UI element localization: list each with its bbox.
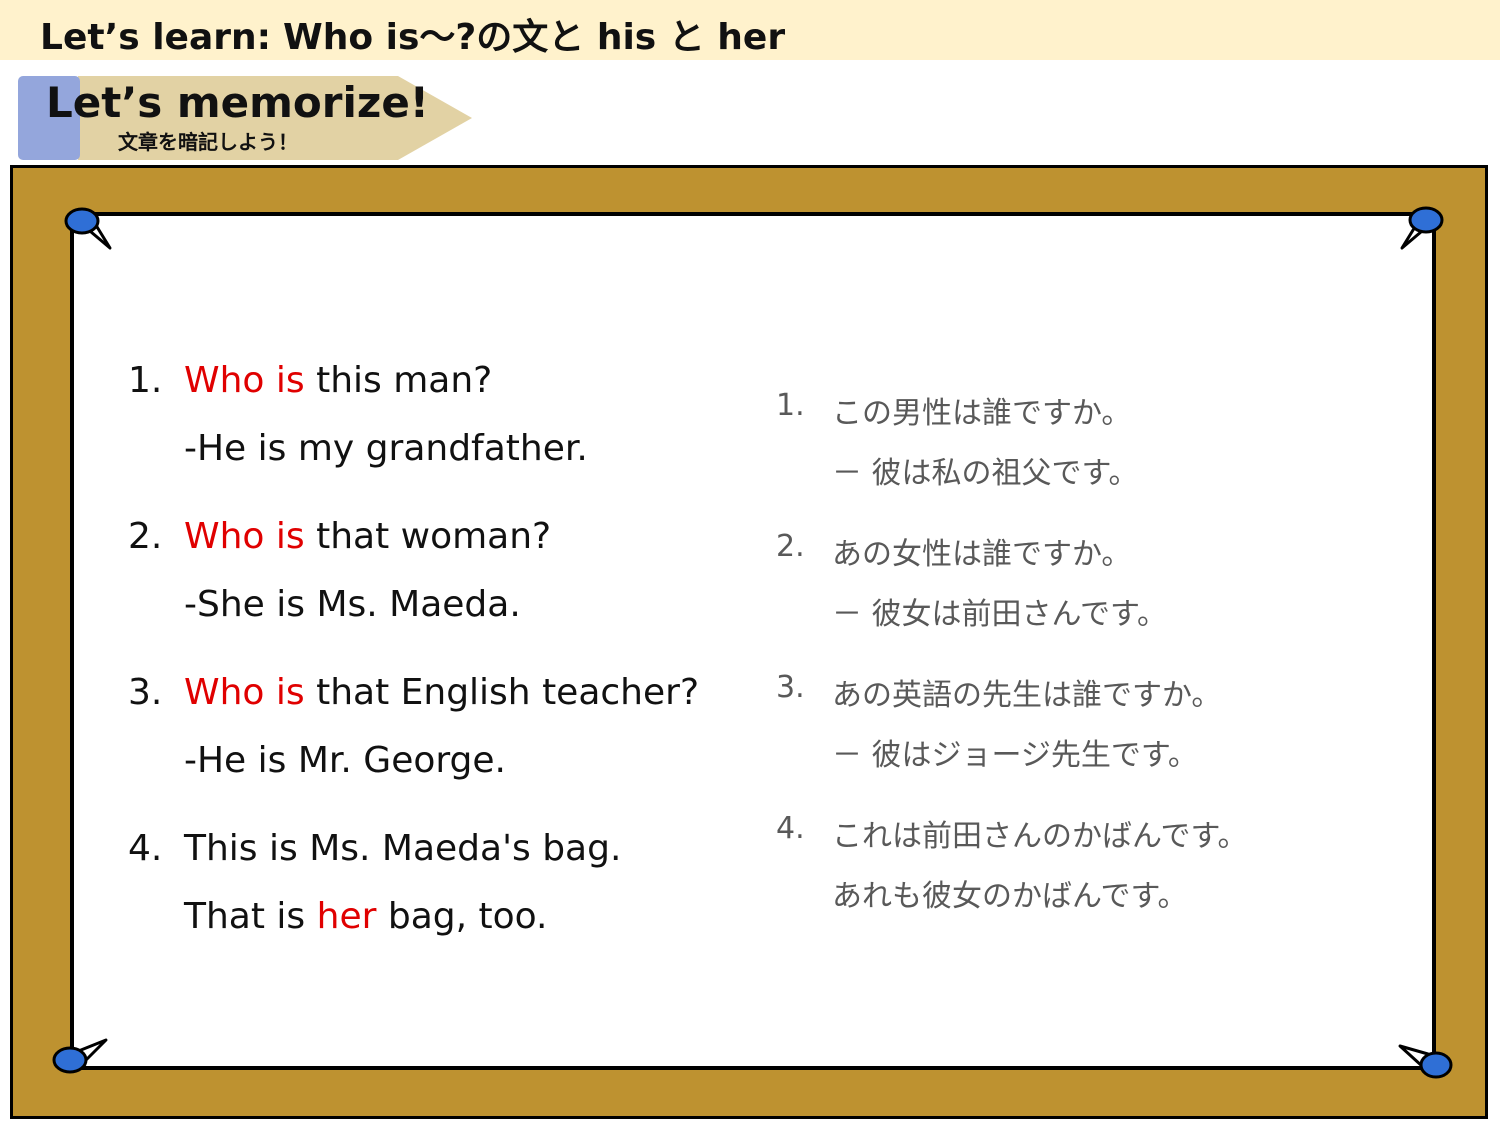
item-number: 3. [776, 670, 805, 705]
item-number: 2. [128, 516, 163, 557]
title-bar: Let’s learn: Who is～?の文と his と her [0, 0, 1500, 60]
pin-icon-top-right [1400, 206, 1444, 250]
list-item: 3. あの英語の先生は誰ですか。 － 彼はジョージ先生です。 [776, 670, 1396, 811]
highlight-text: her [316, 896, 377, 937]
item-number: 1. [776, 388, 805, 423]
item-number: 1. [128, 360, 163, 401]
item-number: 2. [776, 529, 805, 564]
item-number: 3. [128, 672, 163, 713]
title-prefix: Let’s learn: [40, 17, 272, 58]
highlight-text: Who is [184, 516, 305, 557]
item-number: 4. [776, 811, 805, 846]
item-number: 4. [128, 828, 163, 869]
list-item: 2. あの女性は誰ですか。 － 彼女は前田さんです。 [776, 529, 1396, 670]
answer-text: -She is Ms. Maeda. [184, 584, 521, 625]
pin-icon-top-left [64, 207, 112, 250]
answer-text: -He is my grandfather. [184, 428, 588, 469]
translation-answer: － 彼は私の祖父です。 [832, 456, 1139, 491]
translation-question: これは前田さんのかばんです。 [832, 819, 1248, 854]
pin-icon-bottom-right [1398, 1044, 1453, 1079]
question-text: This is Ms. Maeda's bag. [184, 828, 622, 869]
translation-question: あの女性は誰ですか。 [832, 537, 1132, 572]
banner-subtitle: 文章を暗記しよう！ [118, 130, 298, 154]
translation-question: この男性は誰ですか。 [832, 396, 1132, 431]
list-item: 2. Who is that woman? -She is Ms. Maeda. [128, 516, 748, 672]
translation-answer: － 彼はジョージ先生です。 [832, 738, 1198, 773]
english-sentences: 1. Who is this man? -He is my grandfathe… [128, 360, 748, 968]
question-text: Who is that English teacher? [184, 672, 700, 713]
translation-question: あの英語の先生は誰ですか。 [832, 678, 1222, 713]
list-item: 4. これは前田さんのかばんです。 あれも彼女のかばんです。 [776, 811, 1396, 952]
list-item: 1. この男性は誰ですか。 － 彼は私の祖父です。 [776, 388, 1396, 529]
list-item: 3. Who is that English teacher? -He is M… [128, 672, 748, 828]
japanese-translations: 1. この男性は誰ですか。 － 彼は私の祖父です。 2. あの女性は誰ですか。 … [776, 388, 1396, 952]
banner-title: Let’s memorize! [46, 78, 429, 127]
page-title: Let’s learn: Who is～?の文と his と her [40, 8, 785, 60]
translation-answer: － 彼女は前田さんです。 [832, 597, 1168, 632]
memorize-banner: Let’s memorize! 文章を暗記しよう！ [18, 76, 474, 160]
title-main: Who is～?の文と his と her [283, 17, 786, 58]
translation-answer: あれも彼女のかばんです。 [832, 879, 1188, 914]
highlight-text: Who is [184, 672, 305, 713]
highlight-text: Who is [184, 360, 305, 401]
question-text: Who is that woman? [184, 516, 552, 557]
answer-text: That is her bag, too. [184, 896, 548, 937]
pin-icon-bottom-left [52, 1038, 108, 1074]
list-item: 1. Who is this man? -He is my grandfathe… [128, 360, 748, 516]
question-text: Who is this man? [184, 360, 493, 401]
list-item: 4. This is Ms. Maeda's bag. That is her … [128, 828, 748, 968]
answer-text: -He is Mr. George. [184, 740, 506, 781]
